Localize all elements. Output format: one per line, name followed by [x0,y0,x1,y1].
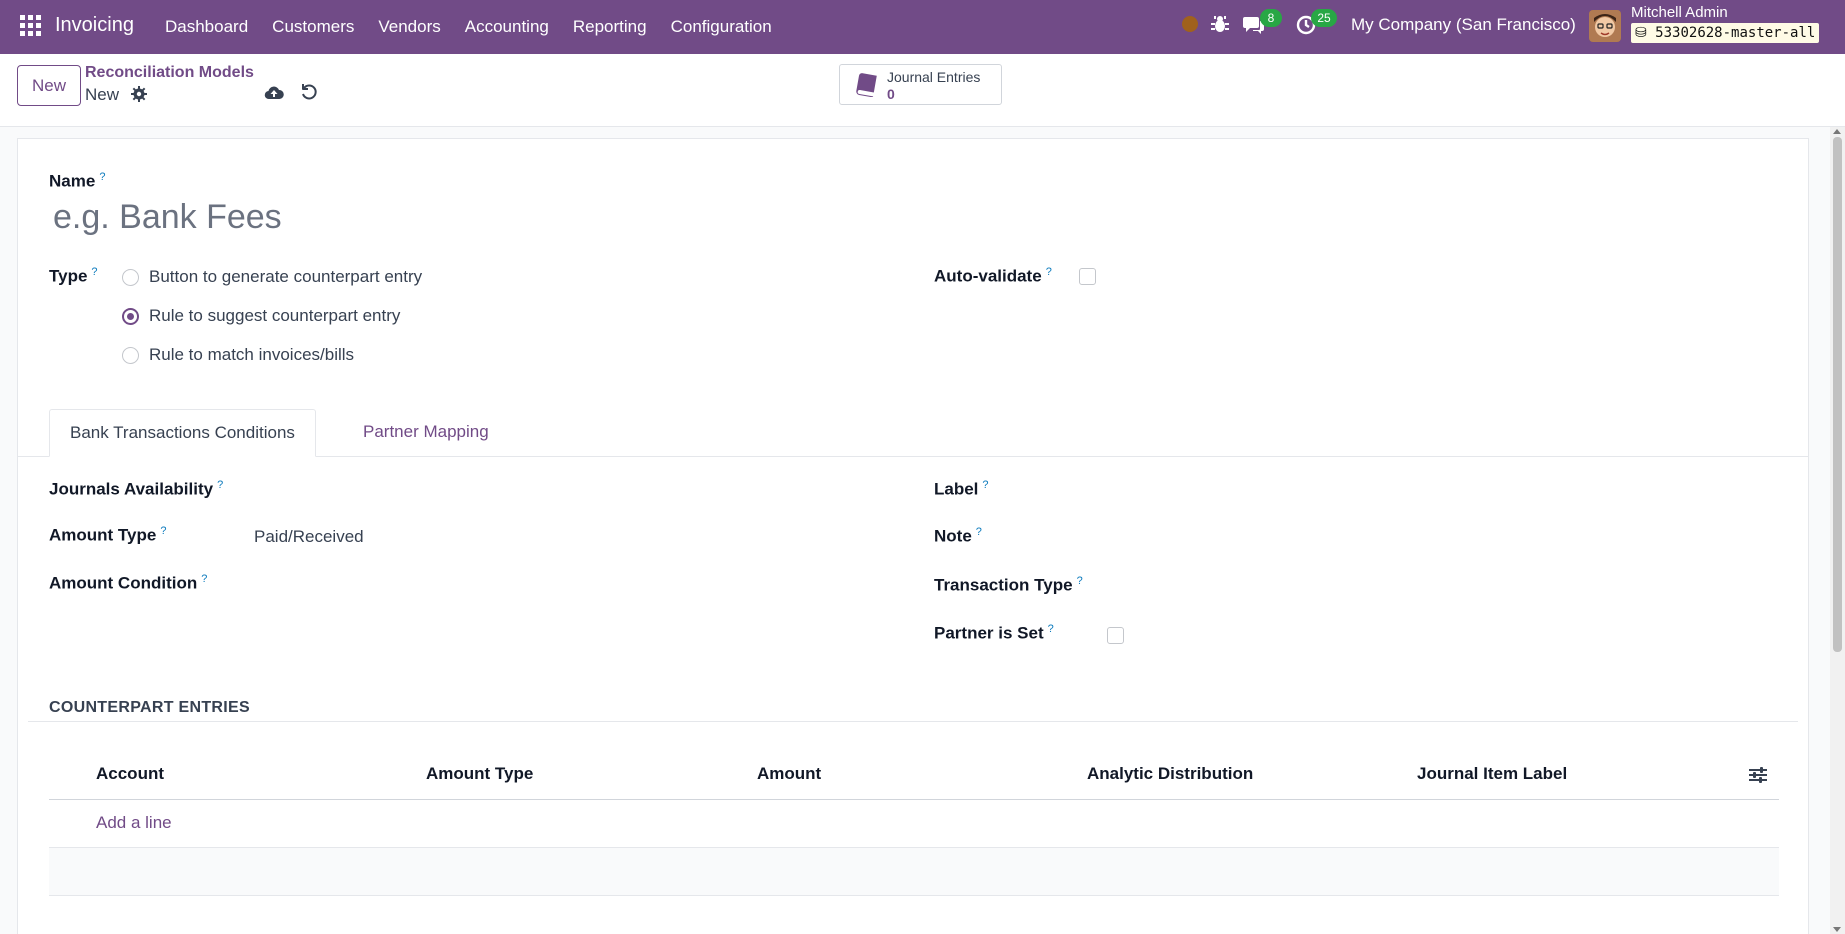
radio-checked[interactable] [122,307,139,325]
column-header-amount-type[interactable]: Amount Type [426,764,533,784]
menu-item-dashboard[interactable]: Dashboard [165,17,248,37]
type-radio-button-counterpart[interactable]: Button to generate counterpart entry [122,267,422,287]
database-icon: ⛁ [1635,25,1647,41]
company-switcher[interactable]: My Company (San Francisco) [1351,15,1576,35]
type-radio-suggest-counterpart[interactable]: Rule to suggest counterpart entry [122,306,400,326]
database-name-tag: ⛁ 53302628-master-all [1631,23,1820,43]
app-name[interactable]: Invoicing [55,14,134,37]
help-tooltip-icon[interactable]: ? [99,171,105,183]
help-tooltip-icon[interactable]: ? [976,526,982,538]
menu-item-reporting[interactable]: Reporting [573,17,647,37]
amount-type-label: Amount Type? [49,525,167,545]
add-line-link[interactable]: Add a line [96,813,172,833]
book-icon [855,73,877,98]
section-divider [28,721,1798,722]
table-row [49,848,1779,896]
type-radio-match-invoices[interactable]: Rule to match invoices/bills [122,345,354,365]
top-navbar: Invoicing Dashboard Customers Vendors Ac… [0,0,1845,54]
radio-unchecked[interactable] [122,268,139,286]
counterpart-entries-title: COUNTERPART ENTRIES [49,699,250,716]
main-menu: Dashboard Customers Vendors Accounting R… [165,0,796,54]
apps-menu-icon[interactable] [20,15,41,36]
journals-availability-label: Journals Availability? [49,479,224,499]
status-indicator-icon[interactable] [1182,16,1198,32]
messages-count-badge: 8 [1260,9,1282,27]
help-tooltip-icon[interactable]: ? [1046,266,1052,278]
scroll-down-arrow-icon[interactable] [1833,927,1841,932]
save-cloud-icon[interactable] [264,84,284,102]
debug-bug-icon[interactable] [1210,14,1230,34]
help-tooltip-icon[interactable]: ? [91,266,97,278]
smart-button-value: 0 [887,86,895,102]
help-tooltip-icon[interactable]: ? [1048,623,1054,635]
column-header-account[interactable]: Account [96,764,164,784]
name-label: Name? [49,171,106,191]
discard-undo-icon[interactable] [300,83,318,101]
breadcrumb-current: New [85,85,120,104]
partner-is-set-label: Partner is Set? [934,623,1054,643]
name-input[interactable] [48,194,1778,240]
auto-validate-checkbox[interactable] [1079,268,1096,285]
radio-label: Rule to suggest counterpart entry [149,306,401,325]
radio-label: Rule to match invoices/bills [149,345,355,364]
table-header: Account Amount Type Amount Analytic Dist… [49,750,1779,800]
breadcrumb-parent-link[interactable]: Reconciliation Models [85,64,254,82]
page-scrollbar[interactable] [1830,127,1845,934]
radio-label: Button to generate counterpart entry [149,267,423,286]
new-button[interactable]: New [17,65,81,106]
gear-icon[interactable] [131,86,147,102]
menu-item-accounting[interactable]: Accounting [465,17,549,37]
menu-item-configuration[interactable]: Configuration [671,17,772,37]
amount-condition-label: Amount Condition? [49,573,208,593]
column-header-amount[interactable]: Amount [757,764,821,784]
column-header-analytic-distribution[interactable]: Analytic Distribution [1087,764,1253,784]
column-header-journal-item-label[interactable]: Journal Item Label [1417,764,1567,784]
table-row: Add a line [49,800,1779,848]
note-field-label: Note? [934,526,982,546]
control-panel: New Reconciliation Models New Journal En… [0,54,1845,127]
scrollbar-thumb[interactable] [1833,137,1842,652]
smart-button-label: Journal Entries [887,69,981,85]
auto-validate-label: Auto-validate? [934,266,1052,286]
tab-bank-transactions-conditions[interactable]: Bank Transactions Conditions [49,409,316,457]
tab-partner-mapping[interactable]: Partner Mapping [343,409,509,457]
menu-item-vendors[interactable]: Vendors [378,17,440,37]
activities-count-badge: 25 [1311,9,1337,27]
help-tooltip-icon[interactable]: ? [160,525,166,537]
help-tooltip-icon[interactable]: ? [1077,575,1083,587]
user-name[interactable]: Mitchell Admin [1631,4,1728,21]
partner-is-set-checkbox[interactable] [1107,627,1124,644]
user-avatar[interactable] [1589,10,1621,42]
scroll-up-arrow-icon[interactable] [1833,129,1841,134]
help-tooltip-icon[interactable]: ? [217,479,223,491]
help-tooltip-icon[interactable]: ? [982,479,988,491]
counterpart-entries-table: Account Amount Type Amount Analytic Dist… [49,750,1779,896]
database-name: 53302628-master-all [1655,25,1816,41]
type-label: Type? [49,266,98,286]
optional-columns-sliders-icon[interactable] [1749,766,1767,784]
menu-item-customers[interactable]: Customers [272,17,354,37]
form-sheet: Name? Type? Button to generate counterpa… [17,138,1809,934]
help-tooltip-icon[interactable]: ? [201,573,207,585]
radio-unchecked[interactable] [122,346,139,364]
transaction-type-label: Transaction Type? [934,575,1083,595]
journal-entries-smart-button[interactable]: Journal Entries 0 [839,64,1002,105]
amount-type-select[interactable]: Paid/Received [254,527,364,547]
label-field-label: Label? [934,479,989,499]
